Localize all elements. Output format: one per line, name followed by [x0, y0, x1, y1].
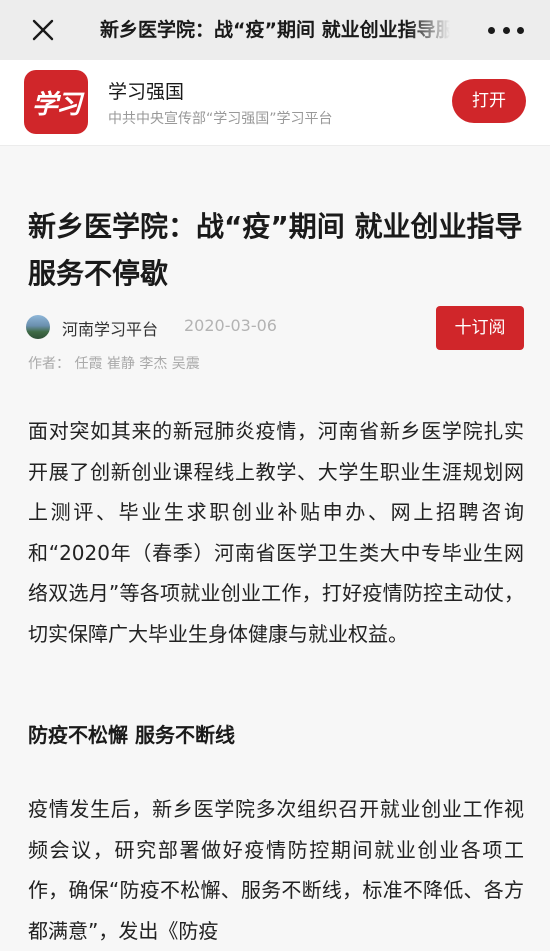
- app-description: 中共中央宣传部“学习强国”学习平台: [108, 111, 333, 127]
- publish-date: 2020-03-06: [184, 316, 277, 335]
- more-options-icon[interactable]: [488, 16, 524, 44]
- more-dot: [502, 26, 510, 34]
- article-body: 新乡医学院：战“疫”期间 就业创业指导服务不停歇 河南学习平台 2020-03-…: [0, 147, 550, 951]
- more-dot: [517, 26, 524, 34]
- article-paragraph: 疫情发生后，新乡医学院多次组织召开就业创业工作视频会议，研究部署做好疫情防控期间…: [28, 797, 524, 943]
- app-logo-text: 学习: [31, 89, 82, 120]
- source-name[interactable]: 河南学习平台: [62, 316, 158, 340]
- source-avatar[interactable]: [26, 315, 50, 339]
- open-app-button[interactable]: 打开: [452, 79, 526, 123]
- close-icon[interactable]: [28, 15, 58, 45]
- app-download-banner: 学习 学习强国 中共中央宣传部“学习强国”学习平台 打开: [0, 60, 550, 146]
- app-logo: 学习: [24, 70, 88, 134]
- article-paragraph: 面对突如其来的新冠肺炎疫情，河南省新乡医学院扎实开展了创新创业课程线上教学、大学…: [28, 419, 524, 646]
- top-navigation-bar: 新乡医学院：战“疫”期间 就业创业指导服务不停歇: [0, 0, 550, 60]
- window-title: 新乡医学院：战“疫”期间 就业创业指导服务不停歇: [100, 19, 450, 41]
- subscribe-button[interactable]: 十订阅: [436, 306, 524, 350]
- app-name: 学习强国: [108, 81, 185, 103]
- section-heading: 防疫不松懈 服务不断线: [28, 723, 235, 747]
- article-title: 新乡医学院：战“疫”期间 就业创业指导服务不停歇: [28, 210, 523, 290]
- article-authors: 作者： 任霞 崔静 李杰 吴震: [28, 356, 200, 372]
- more-dot: [488, 26, 495, 34]
